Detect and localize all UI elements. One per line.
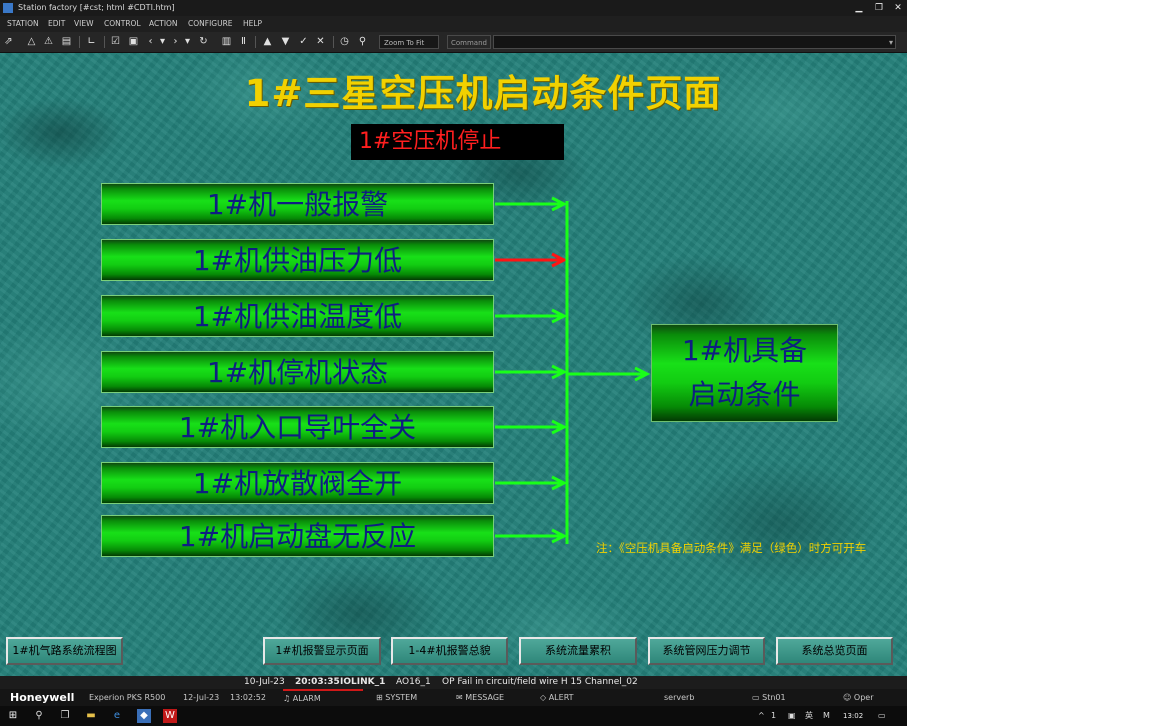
- w-app-icon[interactable]: W: [163, 709, 177, 723]
- task-view-icon[interactable]: ❐: [58, 709, 72, 723]
- condition-start-panel-no-response: 1#机启动盘无反应: [101, 515, 494, 557]
- alarm-tab[interactable]: ♫ ALARM: [283, 689, 363, 706]
- station-app-icon: [3, 3, 13, 13]
- station-window: Station factory [#cst; html #CDTI.htm] ▁…: [0, 0, 907, 726]
- operating-note: 注：《空压机具备启动条件》满足（绿色）时方可开车: [596, 541, 867, 555]
- acknowledge-icon[interactable]: ✓: [297, 35, 310, 48]
- zoom-icon[interactable]: ⚲: [356, 35, 369, 48]
- menu-control[interactable]: CONTROL: [104, 16, 141, 32]
- station-task-icon[interactable]: ◆: [137, 709, 151, 723]
- alert-tab[interactable]: ◇ ALERT: [540, 689, 574, 706]
- menu-station[interactable]: STATION: [7, 16, 39, 32]
- bell-icon: ♫: [283, 694, 293, 703]
- start-ready-line2: 启动条件: [688, 378, 801, 411]
- nav-flow-totalizer-button[interactable]: 系统流量累积: [519, 637, 637, 665]
- server-name: serverb: [664, 693, 695, 702]
- menu-bar: STATION EDIT VIEW CONTROL ACTION CONFIGU…: [0, 16, 907, 32]
- status-date: 12-Jul-23: [183, 693, 220, 702]
- forward-dropdown-icon[interactable]: ▾: [181, 35, 194, 48]
- ime-mode-icon[interactable]: M: [823, 706, 830, 726]
- detail-icon[interactable]: ☑: [109, 35, 122, 48]
- condition-inlet-vanes-closed: 1#机入口导叶全关: [101, 406, 494, 448]
- bar-chart-icon[interactable]: ▥: [220, 35, 233, 48]
- nav-alarm-display-button[interactable]: 1#机报警显示页面: [263, 637, 381, 665]
- display-area: 1#三星空压机启动条件页面 1#空压机停止 1#机一般报警 1#机供油压力低 1…: [0, 53, 907, 676]
- close-button[interactable]: ✕: [888, 0, 907, 16]
- honeywell-logo: Honeywell: [10, 691, 75, 704]
- taskbar-clock: 13:02: [843, 712, 864, 720]
- zoom-select[interactable]: Zoom To Fit: [379, 35, 439, 49]
- cancel-icon[interactable]: ✕: [314, 35, 327, 48]
- raise-icon[interactable]: ▲: [261, 35, 274, 48]
- back-dropdown-icon[interactable]: ▾: [156, 35, 169, 48]
- nav-alarm-overview-button[interactable]: 1-4#机报警总貌: [391, 637, 508, 665]
- start-ready-indicator: 1#机具备 启动条件: [651, 324, 838, 422]
- menu-action[interactable]: ACTION: [149, 16, 178, 32]
- network-icon[interactable]: ▣: [788, 706, 796, 726]
- system-tab[interactable]: ⊞ SYSTEM: [376, 689, 417, 706]
- monitor-icon: ▭: [752, 693, 763, 702]
- os-taskbar: ⊞ ⚲ ❐ ▬ e ◆ W ^ 1 ▣ 英 M 13:02 ▭: [0, 706, 907, 726]
- file-explorer-icon[interactable]: ▬: [84, 709, 98, 723]
- alarm-summary-icon[interactable]: △: [25, 35, 38, 48]
- search-icon[interactable]: ⚲: [32, 709, 46, 723]
- clock-icon[interactable]: ◷: [338, 35, 351, 48]
- minimize-button[interactable]: ▁: [849, 0, 869, 16]
- condition-general-alarm: 1#机一般报警: [101, 183, 494, 225]
- alarm-line[interactable]: 10-Jul-23 20:03:35 IOLINK_1 AO16_1 OP Fa…: [0, 676, 907, 689]
- chevron-down-icon[interactable]: ▾: [889, 36, 893, 49]
- start-ready-line1: 1#机具备: [681, 334, 808, 367]
- navigate-icon[interactable]: ⇗: [2, 35, 15, 48]
- menu-configure[interactable]: CONFIGURE: [188, 16, 233, 32]
- alarm-date: 10-Jul-23: [244, 677, 285, 687]
- message-icon: ✉: [456, 693, 466, 702]
- status-time: 13:02:52: [230, 693, 266, 702]
- alarm-point: AO16_1: [396, 677, 431, 687]
- command-label: Command: [447, 35, 491, 49]
- window-title: Station factory [#cst; html #CDTI.htm]: [18, 3, 175, 12]
- menu-view[interactable]: VIEW: [74, 16, 94, 32]
- station-name: ▭ Stn01: [752, 693, 786, 702]
- status-bar: Honeywell Experion PKS R500 12-Jul-23 13…: [0, 689, 907, 706]
- nav-pressure-control-button[interactable]: 系统管网压力调节: [648, 637, 765, 665]
- tray-count[interactable]: 1: [771, 706, 776, 726]
- condition-oil-pressure-low: 1#机供油压力低: [101, 239, 494, 281]
- alarm-message: OP Fail in circuit/field wire H 15 Chann…: [442, 677, 638, 687]
- alert-icon: ◇: [540, 693, 549, 702]
- user-icon: ☺: [843, 693, 854, 702]
- tray-chevron-up-icon[interactable]: ^: [758, 706, 765, 726]
- refresh-icon[interactable]: ↻: [197, 35, 210, 48]
- menu-edit[interactable]: EDIT: [48, 16, 65, 32]
- notification-icon[interactable]: ▭: [878, 706, 886, 726]
- zoom-value: Zoom To Fit: [384, 39, 425, 47]
- condition-oil-temp-low: 1#机供油温度低: [101, 295, 494, 337]
- product-version: Experion PKS R500: [89, 693, 166, 702]
- faceplate-icon[interactable]: ▣: [127, 35, 140, 48]
- alarm-time: 20:03:35: [295, 677, 340, 687]
- ime-indicator[interactable]: 英: [805, 706, 813, 726]
- start-icon[interactable]: ⊞: [6, 709, 20, 723]
- trend-icon[interactable]: ∟: [85, 35, 98, 48]
- user-name: ☺ Oper: [843, 693, 874, 702]
- menu-help[interactable]: HELP: [243, 16, 262, 32]
- toolbar: ⇗ △ ⚠ ▤ ∟ ☑ ▣ ‹ ▾ › ▾ ↻ ▥ Ⅱ ▲ ▼ ✓ ✕ ◷ ⚲ …: [0, 32, 907, 53]
- alarm-tag: IOLINK_1: [340, 677, 386, 687]
- message-tab[interactable]: ✉ MESSAGE: [456, 689, 504, 706]
- lower-icon[interactable]: ▼: [279, 35, 292, 48]
- system-icon: ⊞: [376, 693, 386, 702]
- condition-blowoff-valve-open: 1#机放散阀全开: [101, 462, 494, 504]
- window-title-bar: Station factory [#cst; html #CDTI.htm] ▁…: [0, 0, 907, 16]
- condition-stopped-state: 1#机停机状态: [101, 351, 494, 393]
- alarm-filter-icon[interactable]: ⚠: [42, 35, 55, 48]
- command-input[interactable]: ▾: [493, 35, 896, 49]
- nav-system-overview-button[interactable]: 系统总览页面: [776, 637, 893, 665]
- pause-icon[interactable]: Ⅱ: [237, 35, 250, 48]
- print-icon[interactable]: ▤: [60, 35, 73, 48]
- browser-icon[interactable]: e: [110, 709, 124, 723]
- maximize-button[interactable]: ❐: [869, 0, 889, 16]
- nav-air-path-flow-button[interactable]: 1#机气路系统流程图: [6, 637, 123, 665]
